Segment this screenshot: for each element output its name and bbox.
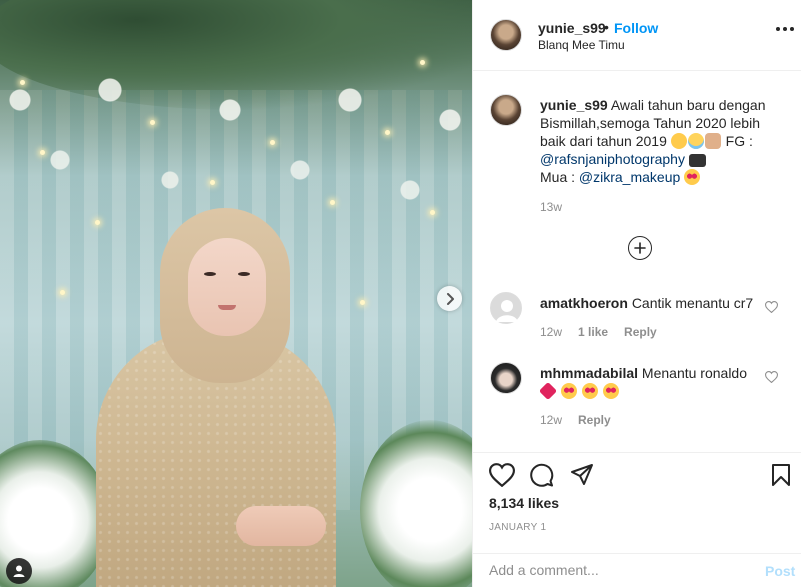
comment-avatar[interactable] [490,292,522,324]
more-horizontal-icon [790,27,794,31]
caption-mention-makeup[interactable]: @zikra_makeup [579,169,680,185]
comment-meta: 12w 1 like Reply [540,325,657,339]
fairy-light [40,150,45,155]
caption-timestamp[interactable]: 13w [540,200,562,214]
follow-button[interactable]: Follow [614,20,658,36]
fairy-light [20,80,25,85]
heart-emoji-icon [538,381,558,401]
fairy-light [270,140,275,145]
more-horizontal-icon [776,27,780,31]
follow-separator: • [604,19,609,35]
comment-username[interactable]: mhmmadabilal [540,365,638,381]
photo-person-face [188,238,266,336]
caption-author-avatar[interactable] [490,94,522,126]
heart-eyes-emoji-icon [560,383,577,399]
caption-fg-text: FG : [721,133,753,149]
fairy-light [385,130,390,135]
photo-person-eye [204,272,216,276]
folded-hands-emoji-icon [704,133,721,149]
comment-avatar[interactable] [490,362,522,394]
post-date[interactable]: JANUARY 1 [489,522,546,533]
next-photo-button[interactable] [437,286,462,311]
plus-circle-icon [634,242,646,254]
smiling-face-emoji-icon [670,133,687,149]
comment: mhmmadabilal Menantu ronaldo [538,364,780,401]
fairy-light [360,300,365,305]
post-details-panel: yunie_s99 • Follow Blanq Mee Timu yunie_… [472,0,801,587]
more-horizontal-icon [783,27,787,31]
fairy-light [420,60,425,65]
add-comment-bar: Post [473,553,801,587]
post-caption: yunie_s99 Awali tahun baru dengan Bismil… [540,96,770,186]
caption-username[interactable]: yunie_s99 [540,97,608,113]
comment-bubble-icon[interactable] [530,463,554,487]
heart-eyes-emoji-icon [581,383,598,399]
photo-person-hands [236,506,326,546]
heart-eyes-emoji-icon [684,169,701,185]
like-comment-heart-icon[interactable] [765,371,778,383]
like-comment-heart-icon[interactable] [765,301,778,313]
comment-meta: 12w Reply [540,413,611,427]
fairy-light [60,290,65,295]
comment-timestamp[interactable]: 12w [540,325,562,339]
fairy-light [430,210,435,215]
comment-username[interactable]: amatkhoeron [540,295,628,311]
caption-mention-photographer[interactable]: @rafsnjaniphotography [540,151,685,167]
comment-reply-button[interactable]: Reply [578,413,611,427]
post-comment-button[interactable]: Post [765,563,795,579]
save-bookmark-icon[interactable] [771,463,791,487]
author-username[interactable]: yunie_s99 [538,20,606,36]
comment-likes-count[interactable]: 1 like [578,325,608,339]
heart-eyes-emoji-icon [602,383,619,399]
share-paper-plane-icon[interactable] [570,463,594,487]
likes-count[interactable]: 8,134 likes [489,495,559,511]
more-options-button[interactable] [776,27,794,31]
caption-mua-text: Mua : [540,169,579,185]
post-header: yunie_s99 • Follow Blanq Mee Timu [473,0,801,71]
load-more-comments-button[interactable] [628,236,652,260]
comment-text: Cantik menantu cr7 [631,295,754,311]
photo-person-mouth [218,305,236,310]
tagged-users-button[interactable] [6,558,32,584]
like-heart-icon[interactable] [489,463,515,487]
comment: amatkhoeron Cantik menantu cr7 [540,294,780,312]
author-avatar[interactable] [490,19,522,51]
photo-person-eye [238,272,250,276]
fairy-light [210,180,215,185]
smiling-halo-emoji-icon [687,133,704,149]
comment-reply-button[interactable]: Reply [624,325,657,339]
post-actions: 8,134 likes JANUARY 1 [473,452,801,542]
chevron-right-icon [446,292,454,305]
comment-input[interactable] [489,562,739,578]
fairy-light [95,220,100,225]
fairy-light [330,200,335,205]
post-location[interactable]: Blanq Mee Timu [538,38,625,52]
fairy-light [150,120,155,125]
user-icon [13,565,25,577]
post-photo[interactable] [0,0,472,587]
comment-timestamp[interactable]: 12w [540,413,562,427]
camera-emoji-icon [688,154,706,167]
comment-text: Menantu ronaldo [641,365,747,381]
default-user-icon [496,300,518,322]
